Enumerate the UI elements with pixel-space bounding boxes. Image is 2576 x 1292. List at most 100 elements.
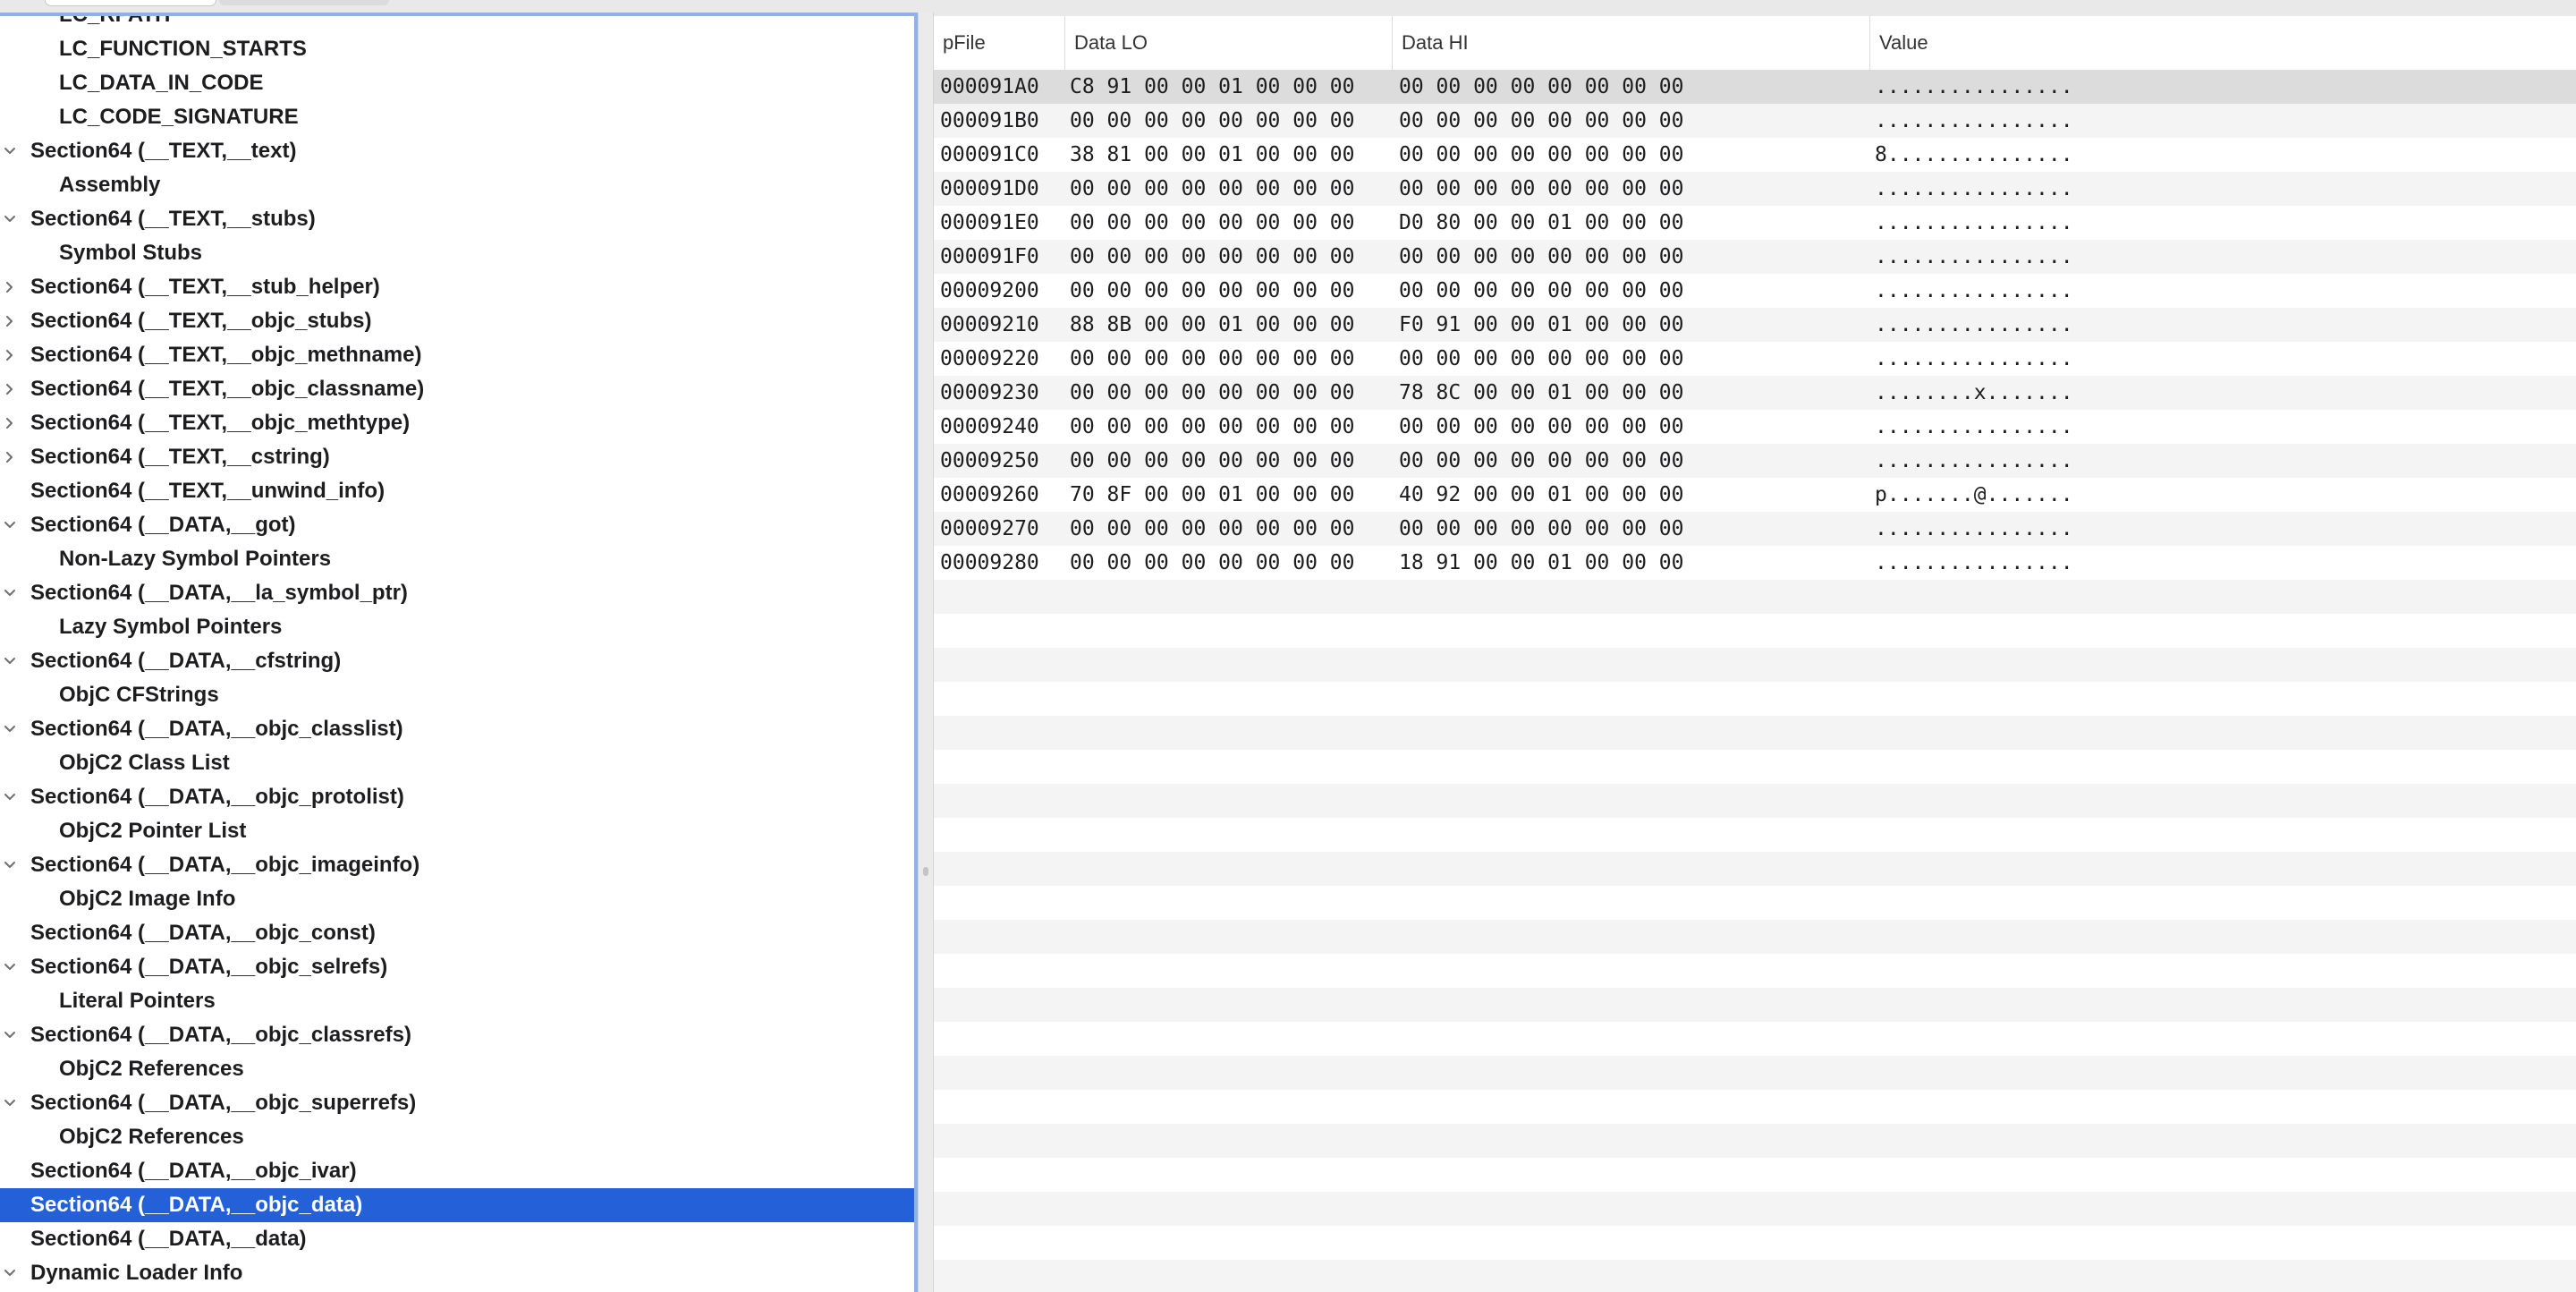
tree-row[interactable]: LC_DATA_IN_CODE bbox=[0, 66, 914, 100]
table-row[interactable]: 000091A0 C8 91 00 00 01 00 00 00 00 00 00 … bbox=[934, 70, 2576, 104]
table-row[interactable]: 000091F0 00 00 00 00 00 00 00 00 00 00 00 … bbox=[934, 240, 2576, 274]
tree-row[interactable]: Section64 (__DATA,__objc_protolist) bbox=[0, 780, 914, 814]
column-header-pfile[interactable]: pFile bbox=[934, 16, 1064, 70]
chevron-right-icon[interactable] bbox=[4, 304, 16, 338]
chevron-down-icon[interactable] bbox=[4, 508, 16, 542]
table-row[interactable]: 000091C0 38 81 00 00 01 00 00 00 00 00 00 … bbox=[934, 138, 2576, 172]
tree-row[interactable]: Section64 (__TEXT,__objc_methname) bbox=[0, 338, 914, 372]
tree-row[interactable]: ObjC CFStrings bbox=[0, 678, 914, 712]
tree-row[interactable]: Section64 (__TEXT,__stub_helper) bbox=[0, 270, 914, 304]
table-row[interactable]: 00009280 00 00 00 00 00 00 00 00 18 91 00 … bbox=[934, 546, 2576, 580]
tree-row[interactable]: Symbol Stubs bbox=[0, 236, 914, 270]
cell-data-hi: 00 00 00 00 00 00 00 00 bbox=[1399, 109, 1684, 132]
tree-row[interactable]: Lazy Symbol Pointers bbox=[0, 610, 914, 644]
table-row[interactable]: 00009260 70 8F 00 00 01 00 00 00 40 92 00 … bbox=[934, 478, 2576, 512]
cell-value: ................ bbox=[1875, 109, 2073, 132]
tree-row-selected[interactable]: Section64 (__DATA,__objc_data) bbox=[0, 1188, 914, 1222]
chevron-down-icon[interactable] bbox=[4, 576, 16, 610]
chevron-right-icon[interactable] bbox=[4, 338, 16, 372]
tree-row[interactable]: Section64 (__TEXT,__stubs) bbox=[0, 202, 914, 236]
hex-data-table[interactable]: pFile Data LO Data HI Value 000091A0 C8 9… bbox=[934, 16, 2576, 1292]
tree-row[interactable]: Literal Pointers bbox=[0, 984, 914, 1018]
cell-data-lo: 38 81 00 00 01 00 00 00 bbox=[1070, 143, 1355, 166]
table-row-empty bbox=[934, 716, 2576, 750]
divider-grip-handle[interactable] bbox=[923, 867, 928, 876]
tree-row[interactable]: Assembly bbox=[0, 168, 914, 202]
section-tree-outline[interactable]: LC_RPATH LC_FUNCTION_STARTS LC_DATA_IN_COD… bbox=[0, 13, 914, 1292]
tree-row[interactable]: Section64 (__DATA,__objc_superrefs) bbox=[0, 1086, 914, 1120]
table-row[interactable]: 00009230 00 00 00 00 00 00 00 00 78 8C 00 … bbox=[934, 376, 2576, 410]
table-row[interactable]: 00009200 00 00 00 00 00 00 00 00 00 00 00 … bbox=[934, 274, 2576, 308]
tree-row-label: Section64 (__DATA,__objc_superrefs) bbox=[30, 1091, 417, 1115]
tree-row[interactable]: Section64 (__DATA,__objc_const) bbox=[0, 916, 914, 950]
tree-row[interactable]: Section64 (__DATA,__objc_ivar) bbox=[0, 1154, 914, 1188]
chevron-right-icon[interactable] bbox=[4, 406, 16, 440]
cell-value: ................ bbox=[1875, 347, 2073, 370]
table-row[interactable]: 00009210 88 8B 00 00 01 00 00 00 F0 91 00 … bbox=[934, 308, 2576, 342]
table-row[interactable]: 000091E0 00 00 00 00 00 00 00 00 D0 80 00 … bbox=[934, 206, 2576, 240]
tab-active[interactable] bbox=[45, 0, 216, 6]
tree-row-label: Section64 (__DATA,__objc_classrefs) bbox=[30, 1023, 411, 1047]
tree-row[interactable]: Section64 (__DATA,__cfstring) bbox=[0, 644, 914, 678]
tree-row[interactable]: Section64 (__TEXT,__cstring) bbox=[0, 440, 914, 474]
table-row[interactable]: 00009240 00 00 00 00 00 00 00 00 00 00 00 … bbox=[934, 410, 2576, 444]
tree-row[interactable]: Section64 (__TEXT,__objc_methtype) bbox=[0, 406, 914, 440]
tree-row[interactable]: ObjC2 Image Info bbox=[0, 882, 914, 916]
tree-row[interactable]: ObjC2 Pointer List bbox=[0, 814, 914, 848]
tree-row[interactable]: ObjC2 References bbox=[0, 1120, 914, 1154]
tree-row[interactable]: LC_CODE_SIGNATURE bbox=[0, 100, 914, 134]
chevron-right-icon[interactable] bbox=[4, 440, 16, 474]
column-header-value[interactable]: Value bbox=[1869, 16, 2576, 70]
tree-row-label: Section64 (__DATA,__objc_protolist) bbox=[30, 785, 404, 809]
cell-value: ................ bbox=[1875, 551, 2073, 574]
tree-row[interactable]: LC_FUNCTION_STARTS bbox=[0, 32, 914, 66]
tree-row-label: Section64 (__DATA,__got) bbox=[30, 513, 296, 537]
tree-row-label: ObjC2 Image Info bbox=[59, 887, 236, 911]
table-row[interactable]: 00009220 00 00 00 00 00 00 00 00 00 00 00 … bbox=[934, 342, 2576, 376]
tree-row-label: ObjC2 Class List bbox=[59, 751, 230, 775]
chevron-down-icon[interactable] bbox=[4, 644, 16, 678]
cell-pfile: 00009230 bbox=[940, 381, 1039, 404]
tree-row[interactable]: Dynamic Loader Info bbox=[0, 1256, 914, 1290]
chevron-down-icon[interactable] bbox=[4, 848, 16, 882]
chevron-down-icon[interactable] bbox=[4, 134, 16, 168]
chevron-down-icon[interactable] bbox=[4, 950, 16, 984]
chevron-down-icon[interactable] bbox=[4, 780, 16, 814]
chevron-down-icon[interactable] bbox=[4, 202, 16, 236]
table-row[interactable]: 00009250 00 00 00 00 00 00 00 00 00 00 00 … bbox=[934, 444, 2576, 478]
table-row[interactable]: 00009270 00 00 00 00 00 00 00 00 00 00 00 … bbox=[934, 512, 2576, 546]
tree-row[interactable]: ObjC2 Class List bbox=[0, 746, 914, 780]
split-view-divider[interactable] bbox=[918, 13, 934, 1292]
tree-row-label: Section64 (__TEXT,__stubs) bbox=[30, 207, 316, 231]
tree-row[interactable]: Section64 (__TEXT,__objc_stubs) bbox=[0, 304, 914, 338]
cell-pfile: 00009220 bbox=[940, 347, 1039, 370]
table-row[interactable]: 000091B0 00 00 00 00 00 00 00 00 00 00 00 … bbox=[934, 104, 2576, 138]
tree-row[interactable]: Section64 (__DATA,__objc_imageinfo) bbox=[0, 848, 914, 882]
tree-row[interactable]: Section64 (__DATA,__objc_classlist) bbox=[0, 712, 914, 746]
chevron-right-icon[interactable] bbox=[4, 270, 16, 304]
chevron-right-icon[interactable] bbox=[4, 372, 16, 406]
tree-row[interactable]: Section64 (__DATA,__la_symbol_ptr) bbox=[0, 576, 914, 610]
tree-row[interactable]: Non-Lazy Symbol Pointers bbox=[0, 542, 914, 576]
tree-row[interactable]: ObjC2 References bbox=[0, 1052, 914, 1086]
tree-row[interactable]: Section64 (__DATA,__got) bbox=[0, 508, 914, 542]
table-row[interactable]: 000091D0 00 00 00 00 00 00 00 00 00 00 00 … bbox=[934, 172, 2576, 206]
cell-pfile: 00009280 bbox=[940, 551, 1039, 574]
tree-row-label: ObjC2 Pointer List bbox=[59, 819, 247, 843]
chevron-down-icon[interactable] bbox=[4, 1086, 16, 1120]
tree-row[interactable]: Section64 (__TEXT,__objc_classname) bbox=[0, 372, 914, 406]
chevron-down-icon[interactable] bbox=[4, 1018, 16, 1052]
column-header-data-hi[interactable]: Data HI bbox=[1392, 16, 1869, 70]
cell-value: ................ bbox=[1875, 211, 2073, 234]
chevron-down-icon[interactable] bbox=[4, 712, 16, 746]
column-header-data-lo[interactable]: Data LO bbox=[1064, 16, 1392, 70]
chevron-down-icon[interactable] bbox=[4, 1256, 16, 1290]
tab-inactive[interactable] bbox=[219, 0, 389, 5]
tree-row[interactable]: Section64 (__TEXT,__text) bbox=[0, 134, 914, 168]
cell-data-hi: 00 00 00 00 00 00 00 00 bbox=[1399, 245, 1684, 268]
tree-row[interactable]: Section64 (__DATA,__objc_selrefs) bbox=[0, 950, 914, 984]
tree-row-label: LC_FUNCTION_STARTS bbox=[59, 37, 307, 61]
tree-row[interactable]: Section64 (__TEXT,__unwind_info) bbox=[0, 474, 914, 508]
tree-row[interactable]: Section64 (__DATA,__data) bbox=[0, 1222, 914, 1256]
tree-row[interactable]: Section64 (__DATA,__objc_classrefs) bbox=[0, 1018, 914, 1052]
